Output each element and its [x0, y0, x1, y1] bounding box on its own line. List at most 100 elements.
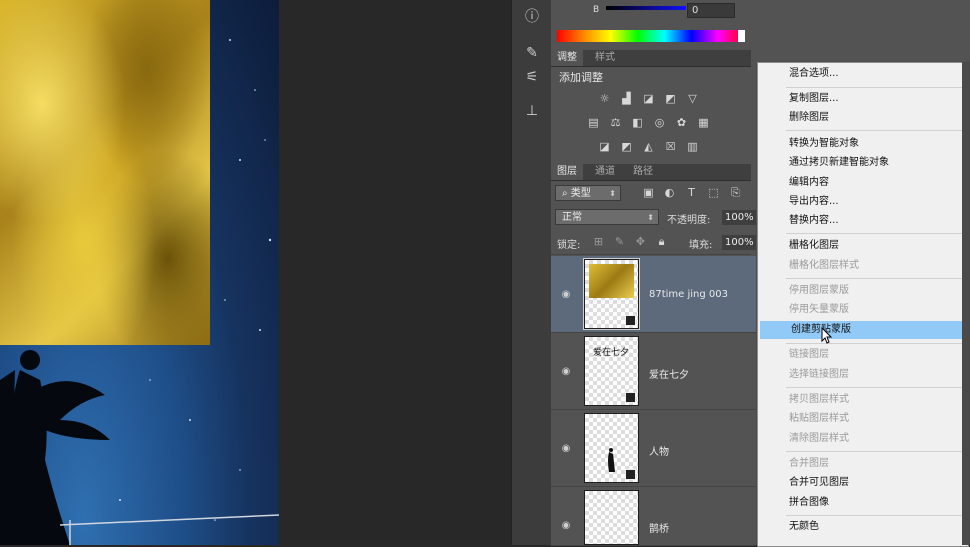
menu-separator	[786, 515, 962, 516]
layer-row[interactable]: ◉ 人物	[551, 410, 756, 487]
menu-item-link-layers: 链接图层	[789, 349, 829, 360]
menu-item-delete-layer[interactable]: 删除图层	[758, 109, 968, 127]
vibrance-icon[interactable]: ▽	[685, 92, 700, 105]
blue-channel-value[interactable]: 0	[687, 3, 735, 18]
opacity-label: 不透明度:	[667, 215, 711, 226]
clone-source-icon[interactable]: ⊥	[520, 100, 544, 122]
invert-icon[interactable]: ◪	[597, 140, 612, 153]
gradient-map-icon[interactable]: ▥	[685, 140, 700, 153]
menu-item-create-clipping-mask[interactable]: 创建剪贴蒙版	[760, 321, 966, 339]
chevron-icon: ⬍	[609, 189, 616, 198]
figure-silhouette	[0, 350, 279, 545]
exposure-icon[interactable]: ◩	[663, 92, 678, 105]
brightness-icon[interactable]: ☼	[597, 92, 612, 105]
tab-paths[interactable]: 路径	[627, 164, 659, 180]
layer-filter-dropdown[interactable]: ⌕ 类型 ⬍	[555, 185, 621, 201]
menu-separator	[786, 278, 962, 279]
black-white-icon[interactable]: ◧	[630, 116, 645, 129]
adjustments-title: 添加调整	[559, 71, 603, 84]
blue-channel-slider[interactable]	[606, 6, 686, 10]
menu-item-paste-layer-style: 粘贴图层样式	[789, 413, 849, 424]
white-swatch[interactable]	[738, 30, 745, 42]
opacity-input[interactable]: 100%	[722, 210, 756, 225]
panel-icon-strip: ⓘ ✎ ⚟ ⊥	[511, 0, 551, 545]
fill-input[interactable]: 100%	[722, 235, 756, 250]
posterize-icon[interactable]: ◩	[619, 140, 634, 153]
color-panel: B 0	[551, 0, 970, 50]
layer-row[interactable]: ◉ 87time jing 003	[551, 256, 756, 333]
menu-item-rasterize-layer-style: 栅格化图层样式	[789, 260, 859, 271]
menu-item-no-color[interactable]: 无颜色	[758, 518, 968, 536]
smart-object-badge-icon	[625, 392, 636, 403]
eye-icon[interactable]: ◉	[559, 287, 573, 301]
eye-icon[interactable]: ◉	[559, 441, 573, 455]
menu-item-flatten-image[interactable]: 拼合图像	[758, 494, 968, 512]
channel-mixer-icon[interactable]: ✿	[674, 116, 689, 129]
curves-icon[interactable]: ◪	[641, 92, 656, 105]
adjustment-filter-icon[interactable]: ◐	[662, 186, 677, 199]
tab-channels[interactable]: 通道	[589, 164, 621, 180]
tab-layers[interactable]: 图层	[551, 164, 583, 180]
panel-scrollbar[interactable]	[962, 62, 970, 545]
tab-adjustments[interactable]: 调整	[551, 50, 583, 66]
menu-separator	[786, 130, 962, 131]
info-icon[interactable]: ⓘ	[520, 5, 544, 27]
color-balance-icon[interactable]: ⚖	[608, 116, 623, 129]
blend-row: 正常 ⬍ 不透明度: 100%	[551, 207, 756, 227]
blend-mode-dropdown[interactable]: 正常 ⬍	[555, 209, 659, 225]
layer-thumbnail	[584, 413, 639, 483]
layer-filter-row: ⌕ 类型 ⬍ ▣ ◐ T ⬚ ⎘	[551, 183, 751, 203]
selective-color-icon[interactable]: ☒	[663, 140, 678, 153]
menu-item-copy-layer-style: 拷贝图层样式	[789, 394, 849, 405]
channel-label: B	[593, 5, 600, 15]
menu-item-edit-contents[interactable]: 编辑内容	[758, 174, 968, 192]
hue-saturation-icon[interactable]: ▤	[586, 116, 601, 129]
type-filter-icon[interactable]: T	[684, 186, 699, 199]
menu-item-select-linked-layers: 选择链接图层	[789, 369, 849, 380]
menu-item-rasterize-layer[interactable]: 栅格化图层	[758, 237, 968, 255]
color-lookup-icon[interactable]: ▦	[696, 116, 711, 129]
menu-separator	[786, 87, 962, 88]
menu-item-replace-contents[interactable]: 替换内容...	[758, 212, 968, 230]
menu-separator	[786, 387, 962, 388]
layer-name: 爱在七夕	[649, 370, 689, 381]
menu-item-blending-options[interactable]: 混合选项...	[758, 65, 968, 83]
lock-label: 锁定:	[557, 240, 581, 251]
color-spectrum-bar[interactable]	[557, 30, 745, 42]
photo-filter-icon[interactable]: ◎	[652, 116, 667, 129]
menu-separator	[786, 343, 962, 344]
tab-styles[interactable]: 样式	[589, 50, 621, 66]
layer-row[interactable]: ◉ 鹊桥	[551, 487, 756, 546]
brush-presets-icon[interactable]: ✎	[520, 42, 544, 64]
tool-presets-icon[interactable]: ⚟	[520, 66, 544, 88]
layer-name: 人物	[649, 447, 669, 458]
eye-icon[interactable]: ◉	[559, 364, 573, 378]
lock-position-icon[interactable]: ✥	[633, 235, 648, 248]
lock-row: 锁定: ⊞ ✎ ✥ 🔒︎ 填充: 100%	[551, 232, 756, 255]
chevron-icon: ⬍	[647, 213, 654, 222]
eye-icon[interactable]: ◉	[559, 518, 573, 532]
pixel-filter-icon[interactable]: ▣	[641, 186, 656, 199]
threshold-icon[interactable]: ◭	[641, 140, 656, 153]
lock-transparency-icon[interactable]: ⊞	[591, 235, 606, 248]
layer-name: 87time jing 003	[649, 289, 729, 300]
layer-thumbnail	[583, 258, 640, 330]
smart-object-filter-icon[interactable]: ⎘	[728, 186, 743, 199]
smart-object-badge-icon	[625, 469, 636, 480]
lock-all-icon[interactable]: 🔒︎	[654, 235, 669, 248]
blend-mode-value: 正常	[562, 212, 582, 223]
menu-item-merge-visible[interactable]: 合并可见图层	[758, 474, 968, 492]
menu-separator	[786, 233, 962, 234]
workspace-background	[279, 0, 511, 545]
menu-item-new-smart-object-via-copy[interactable]: 通过拷贝新建智能对象	[758, 154, 968, 172]
layer-row[interactable]: ◉ 爱在七夕 爱在七夕	[551, 333, 756, 410]
menu-item-convert-to-smart-object[interactable]: 转换为智能对象	[758, 135, 968, 153]
menu-item-duplicate-layer[interactable]: 复制图层...	[758, 90, 968, 108]
levels-icon[interactable]: ▟	[619, 92, 634, 105]
shape-filter-icon[interactable]: ⬚	[706, 186, 721, 199]
menu-item-export-contents[interactable]: 导出内容...	[758, 193, 968, 211]
lock-pixels-icon[interactable]: ✎	[612, 235, 627, 248]
menu-item-disable-layer-mask: 停用图层蒙版	[789, 285, 849, 296]
layer-name: 鹊桥	[649, 524, 669, 535]
document-canvas[interactable]	[0, 0, 279, 545]
